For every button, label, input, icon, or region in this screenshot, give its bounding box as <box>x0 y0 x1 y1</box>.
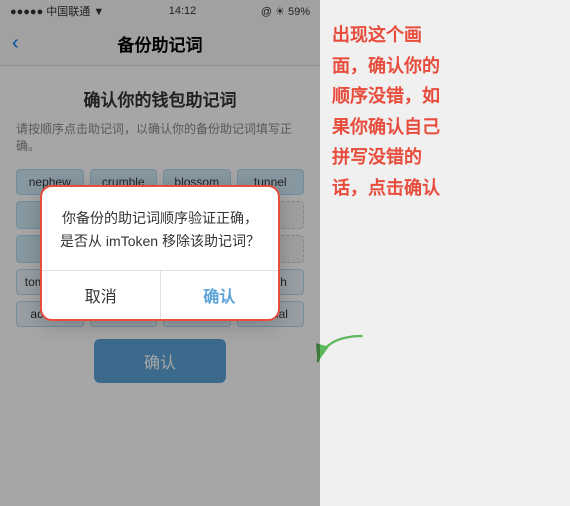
annotation-text: 出现这个画 面，确认你的 顺序没错，如 果你确认自己 拼写没错的 话，点击确认 <box>332 20 440 204</box>
modal-cancel-button[interactable]: 取消 <box>42 271 161 319</box>
modal-overlay: 你备份的助记词顺序验证正确，是否从 imToken 移除该助记词？ 取消 确认 <box>0 0 320 506</box>
annotation-panel: 出现这个画 面，确认你的 顺序没错，如 果你确认自己 拼写没错的 话，点击确认 <box>320 0 570 506</box>
phone-mockup: ●●●●● 中国联通 ▼ 14:12 @ ☀ 59% ‹ 备份助记词 确认你的钱… <box>0 0 320 506</box>
modal-ok-button[interactable]: 确认 <box>161 271 279 319</box>
modal-message: 你备份的助记词顺序验证正确，是否从 imToken 移除该助记词？ <box>58 207 262 252</box>
modal-buttons: 取消 确认 <box>42 270 278 319</box>
modal-dialog: 你备份的助记词顺序验证正确，是否从 imToken 移除该助记词？ 取消 确认 <box>40 185 280 321</box>
